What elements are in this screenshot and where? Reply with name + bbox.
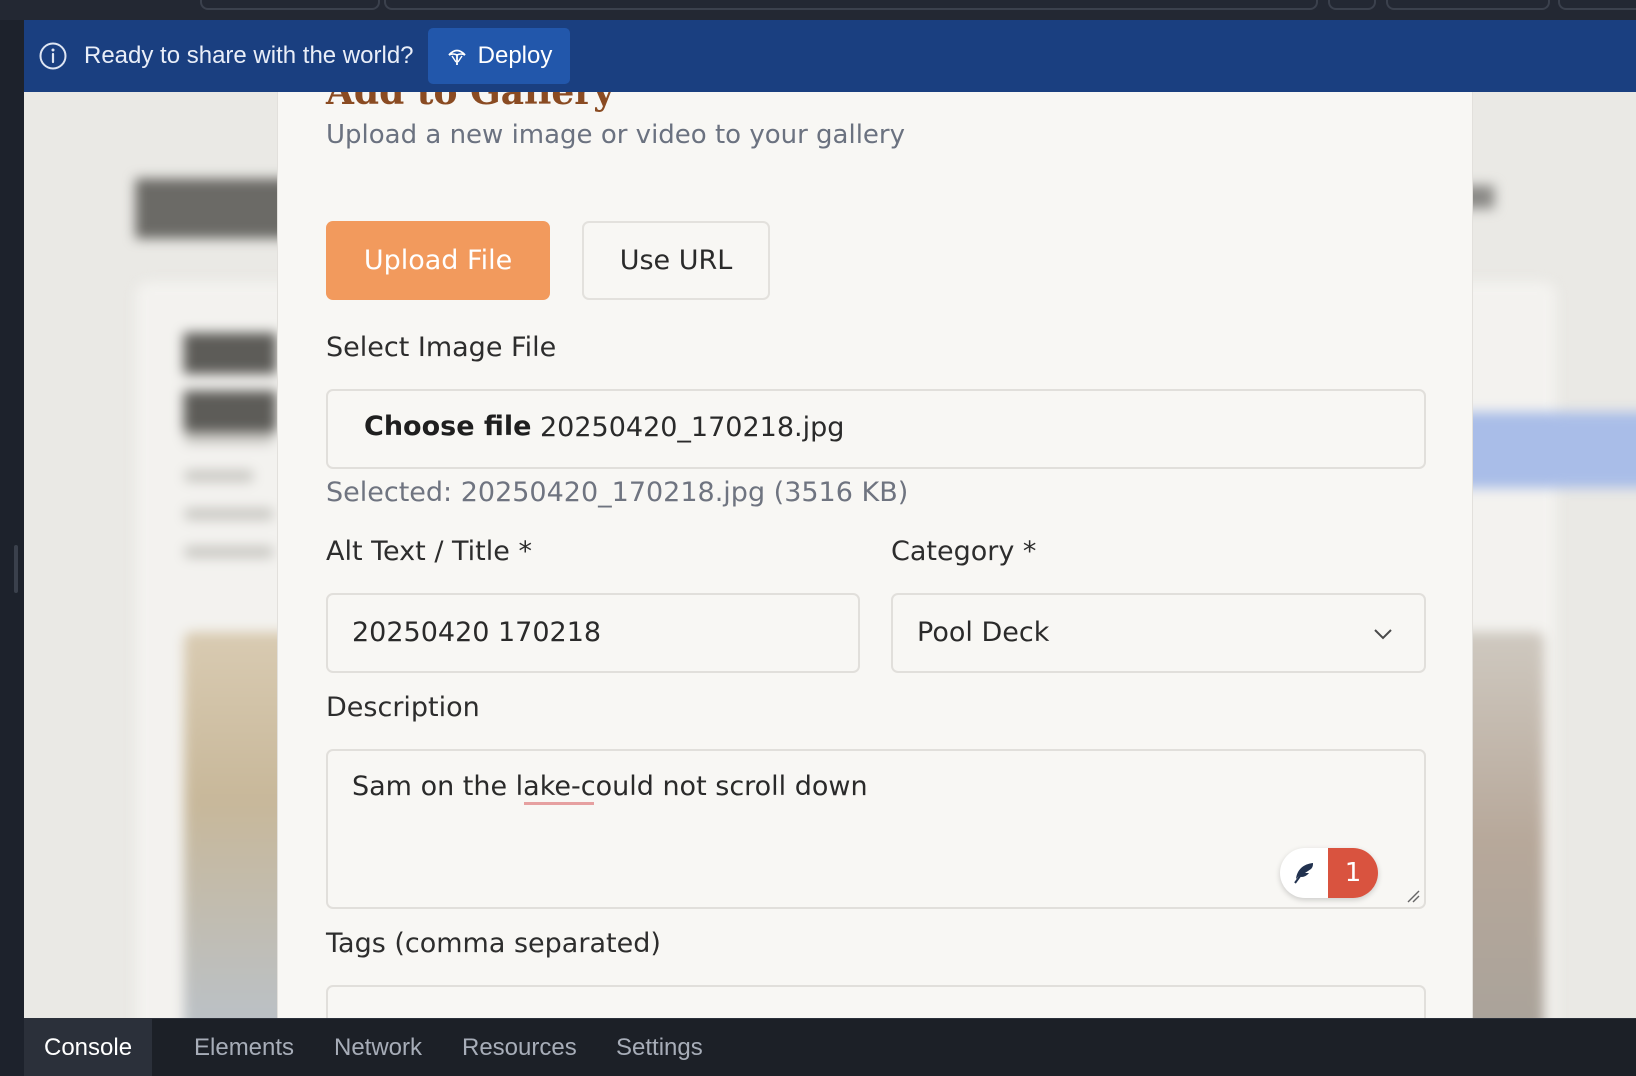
upload-file-tab[interactable]: Upload File (326, 221, 550, 300)
category-select[interactable]: Pool Deck (891, 593, 1426, 673)
description-value: Sam on the lake-could not scroll down (352, 771, 868, 802)
toolbar-button[interactable] (1386, 0, 1550, 10)
select-file-label: Select Image File (326, 332, 557, 363)
toolbar-segment[interactable] (200, 0, 380, 10)
toolbar-button[interactable] (1328, 0, 1376, 10)
background-heading-shape: ▇▇▇ ▇▇▇ (184, 328, 277, 432)
spellcheck-underline (524, 801, 594, 805)
info-icon (39, 42, 67, 70)
tags-label: Tags (comma separated) (326, 928, 661, 959)
use-url-tab[interactable]: Use URL (582, 221, 770, 300)
deploy-icon (447, 49, 466, 65)
category-value: Pool Deck (917, 617, 1050, 648)
panel-resize-grip[interactable] (14, 545, 18, 593)
choose-file-button[interactable]: Choose file (364, 411, 532, 442)
devtools-tab-bar: Console Elements Network Resources Setti… (24, 1018, 1636, 1076)
address-bar[interactable] (384, 0, 1318, 10)
modal-subtitle: Upload a new image or video to your gall… (326, 120, 906, 150)
deploy-button-label: Deploy (477, 42, 553, 69)
feather-icon (1280, 848, 1328, 898)
left-window-rail (0, 0, 24, 1076)
deploy-banner: Ready to share with the world? Deploy (24, 20, 1636, 92)
deploy-button[interactable]: Deploy (428, 28, 570, 84)
resize-handle-icon[interactable] (1404, 887, 1420, 903)
selected-file-note: Selected: 20250420_170218.jpg (3516 KB) (326, 477, 909, 508)
banner-message: Ready to share with the world? (84, 42, 414, 69)
devtools-tab-console[interactable]: Console (24, 1019, 153, 1076)
devtools-tab-network[interactable]: Network (314, 1019, 442, 1076)
category-label: Category * (891, 536, 1037, 567)
modal-title: Add to Gallery (326, 92, 615, 113)
add-to-gallery-modal: Add to Gallery Upload a new image or vid… (277, 92, 1473, 1018)
devtools-tab-settings[interactable]: Settings (596, 1019, 723, 1076)
alt-text-input[interactable]: 20250420 170218 (326, 593, 860, 673)
grammar-issue-count: 1 (1328, 848, 1378, 898)
alt-text-value: 20250420 170218 (352, 617, 602, 648)
devtools-tab-resources[interactable]: Resources (442, 1019, 597, 1076)
browser-toolbar-strip (0, 0, 1636, 20)
description-label: Description (326, 692, 480, 723)
toolbar-button[interactable] (1558, 0, 1636, 10)
devtools-tab-elements[interactable]: Elements (174, 1019, 314, 1076)
alt-text-label: Alt Text / Title * (326, 536, 532, 567)
description-textarea[interactable]: Sam on the lake-could not scroll down (326, 749, 1426, 909)
grammar-assistant-badge[interactable]: 1 (1280, 848, 1378, 898)
file-input[interactable]: Choose file 20250420_170218.jpg (326, 389, 1426, 469)
tags-input[interactable] (326, 985, 1426, 1018)
chosen-file-name: 20250420_170218.jpg (540, 412, 845, 443)
chevron-down-icon (1374, 629, 1392, 640)
